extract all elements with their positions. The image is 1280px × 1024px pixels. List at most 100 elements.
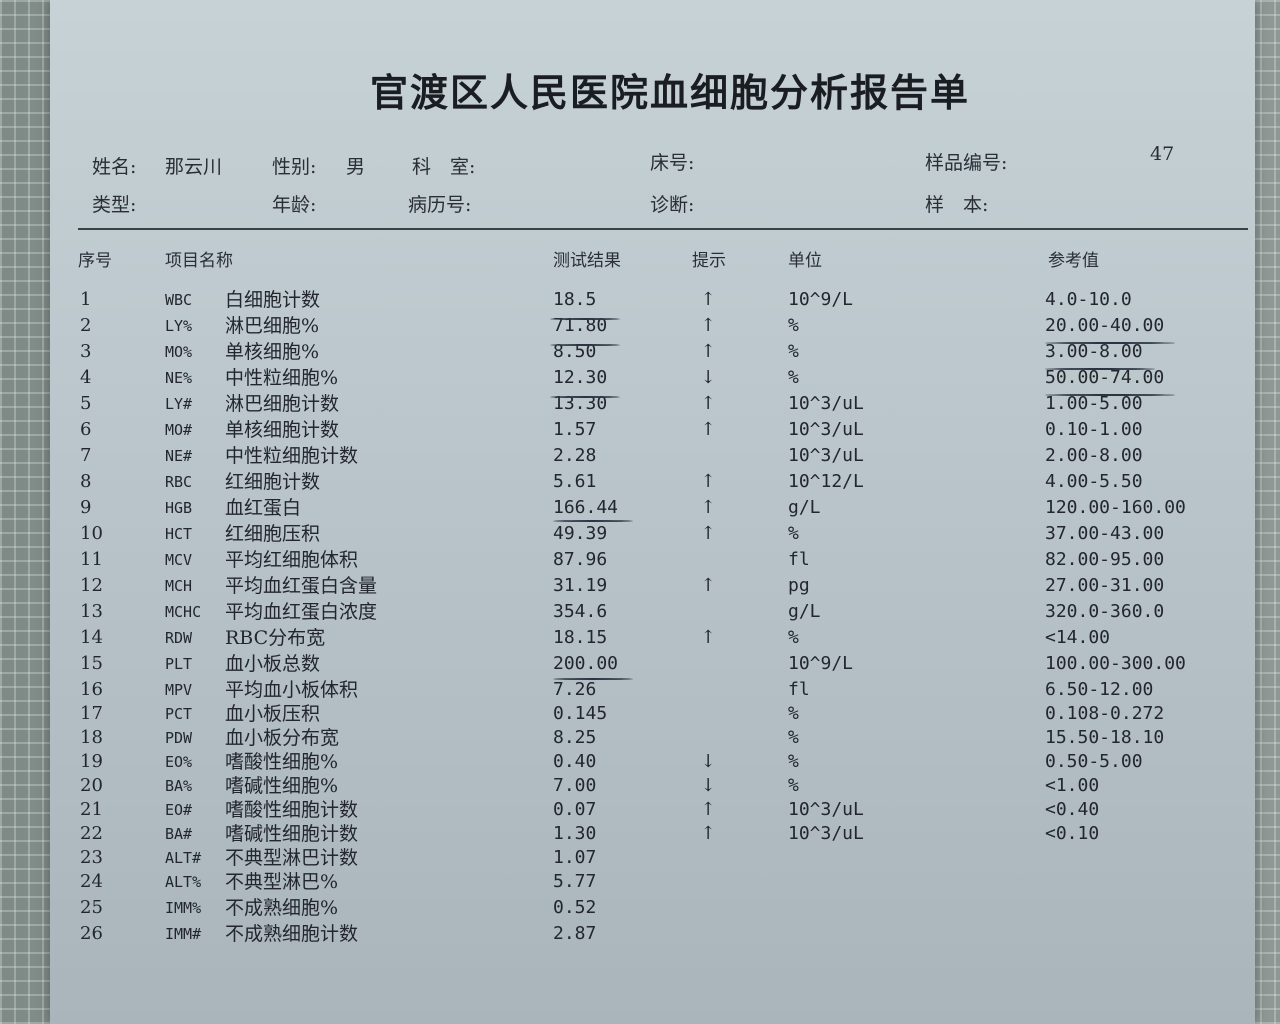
- result-flag-arrow: ↑: [700, 419, 716, 440]
- handwritten-underline: [1045, 368, 1155, 370]
- table-row: 25 IMM% 不成熟细胞% 0.52: [0, 896, 1280, 922]
- report-title: 官渡区人民医院血细胞分析报告单: [369, 71, 970, 115]
- test-result: 2.87: [553, 923, 597, 944]
- test-result: 5.77: [553, 871, 597, 892]
- reference-range: 15.50-18.10: [1045, 727, 1165, 748]
- item-name: 白细胞计数: [225, 289, 321, 311]
- item-code: RBC: [165, 473, 193, 491]
- item-name: 红细胞压积: [225, 523, 321, 545]
- item-name: 血小板分布宽: [225, 727, 340, 749]
- item-code: MCV: [165, 551, 193, 569]
- item-name: 嗜酸性细胞计数: [225, 799, 359, 821]
- item-code: IMM#: [165, 925, 202, 943]
- row-number: 7: [80, 445, 92, 466]
- col-header-ref: 参考值: [1048, 251, 1099, 271]
- handwritten-underline: [550, 396, 620, 398]
- item-code: EO#: [165, 801, 193, 819]
- result-flag-arrow: ↓: [700, 751, 716, 772]
- item-code: IMM%: [165, 899, 202, 917]
- row-number: 1: [80, 289, 92, 310]
- sample-no-label: 样品编号:: [925, 152, 1008, 174]
- row-number: 2: [80, 315, 92, 336]
- reference-range: <1.00: [1045, 775, 1100, 796]
- reference-range: 4.00-5.50: [1045, 471, 1143, 492]
- reference-range: 27.00-31.00: [1045, 575, 1165, 596]
- row-number: 12: [80, 575, 103, 596]
- handwritten-underline: [550, 318, 620, 320]
- test-result: 354.6: [553, 601, 608, 622]
- row-number: 11: [80, 549, 103, 570]
- table-row: 22 BA# 嗜碱性细胞计数 1.30 ↑ 10^3/uL <0.10: [0, 822, 1280, 848]
- item-name: 嗜酸性细胞%: [225, 751, 339, 773]
- row-number: 14: [80, 627, 103, 648]
- result-unit: 10^3/uL: [788, 799, 864, 820]
- row-number: 8: [80, 471, 92, 492]
- row-number: 13: [80, 601, 103, 622]
- sex-label: 性别:: [272, 156, 317, 178]
- result-flag-arrow: ↑: [700, 341, 716, 362]
- result-unit: 10^12/L: [788, 471, 864, 492]
- result-unit: g/L: [788, 601, 821, 622]
- test-result: 8.25: [553, 727, 597, 748]
- result-unit: %: [788, 751, 799, 772]
- row-number: 16: [80, 679, 103, 700]
- result-flag-arrow: ↑: [700, 799, 716, 820]
- table-row: 2 LY% 淋巴细胞% 71.80 ↑% 20.00-40.00: [0, 314, 1280, 340]
- reference-range: <14.00: [1045, 627, 1111, 648]
- item-name: 不成熟细胞计数: [225, 923, 359, 945]
- reference-range: 120.00-160.00: [1045, 497, 1186, 518]
- item-name: 血小板总数: [225, 653, 321, 675]
- test-result: 31.19: [553, 575, 608, 596]
- item-code: BA#: [165, 825, 193, 843]
- item-name: 嗜碱性细胞%: [225, 775, 339, 797]
- test-result: 0.07: [553, 799, 597, 820]
- item-code: HGB: [165, 499, 193, 517]
- reference-range: 37.00-43.00: [1045, 523, 1165, 544]
- item-name: 平均血红蛋白浓度: [225, 601, 378, 623]
- reference-range: 2.00-8.00: [1045, 445, 1143, 466]
- record-no-label: 病历号:: [408, 194, 472, 216]
- result-flag-arrow: ↑: [700, 289, 716, 310]
- result-unit: 10^3/uL: [788, 823, 864, 844]
- item-name: 血红蛋白: [225, 497, 302, 519]
- result-unit: 10^9/L: [788, 289, 854, 310]
- item-name: 平均红细胞体积: [225, 549, 359, 571]
- reference-range: 4.0-10.0: [1045, 289, 1132, 310]
- age-label: 年龄:: [272, 194, 317, 216]
- row-number: 17: [80, 703, 103, 724]
- test-result: 0.40: [553, 751, 597, 772]
- row-number: 20: [80, 775, 103, 796]
- row-number: 21: [80, 799, 103, 820]
- item-name: 中性粒细胞计数: [225, 445, 359, 467]
- test-result: 1.07: [553, 847, 597, 868]
- reference-range: <0.40: [1045, 799, 1100, 820]
- handwritten-underline: [1045, 342, 1175, 344]
- result-flag-arrow: ↑: [700, 523, 716, 544]
- row-number: 18: [80, 727, 103, 748]
- result-flag-arrow: ↑: [700, 575, 716, 596]
- item-code: RDW: [165, 629, 193, 647]
- item-name: 单核细胞计数: [225, 419, 340, 441]
- result-flag-arrow: ↓: [700, 775, 716, 796]
- type-label: 类型:: [92, 194, 137, 216]
- result-unit: %: [788, 627, 799, 648]
- result-unit: 10^9/L: [788, 653, 854, 674]
- item-name: 淋巴细胞%: [225, 315, 320, 337]
- row-number: 5: [80, 393, 92, 414]
- result-unit: g/L: [788, 497, 821, 518]
- result-unit: fl: [788, 679, 810, 700]
- name-value: 那云川: [165, 156, 223, 178]
- item-code: MCHC: [165, 603, 202, 621]
- item-name: 红细胞计数: [225, 471, 321, 493]
- table-row: 8 RBC 红细胞计数 5.61 ↑ 10^12/L 4.00-5.50: [0, 470, 1280, 496]
- result-unit: %: [788, 367, 799, 388]
- table-row: 7 NE# 中性粒细胞计数 2.28 10^3/uL 2.00-8.00: [0, 444, 1280, 470]
- item-name: 平均血红蛋白含量: [225, 575, 378, 597]
- item-code: ALT%: [165, 873, 202, 891]
- test-result: 1.57: [553, 419, 597, 440]
- test-result: 0.52: [553, 897, 597, 918]
- test-result: 87.96: [553, 549, 608, 570]
- test-result: 166.44: [553, 497, 619, 518]
- test-result: 7.26: [553, 679, 597, 700]
- header-divider: [78, 228, 1248, 230]
